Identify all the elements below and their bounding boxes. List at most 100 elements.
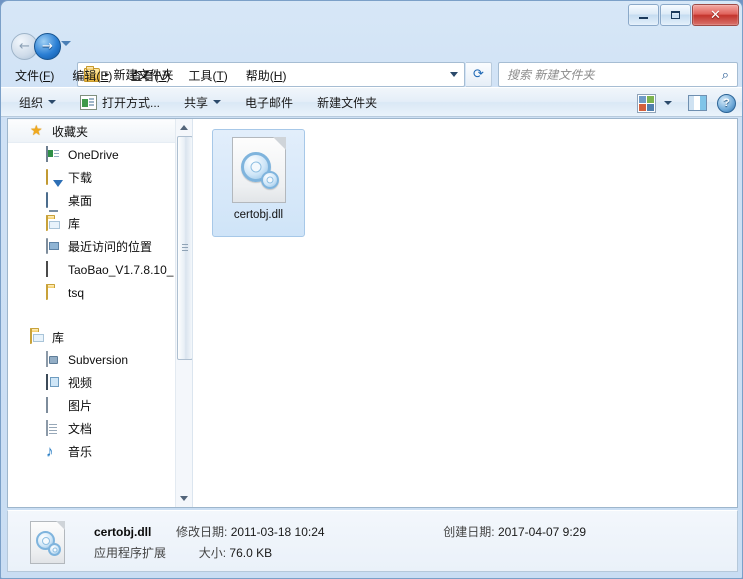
music-icon: ♪: [46, 442, 54, 460]
details-row-secondary: 应用程序扩展 大小: 76.0 KB: [94, 544, 272, 561]
scrollbar-thumb[interactable]: [177, 136, 193, 360]
sidebar-item-pictures[interactable]: 图片: [8, 394, 175, 417]
sidebar-item-label: 库: [68, 217, 81, 231]
details-size-value: 76.0 KB: [229, 546, 273, 560]
close-icon: ✕: [710, 7, 721, 23]
sidebar-group-favorites-label: 收藏夹: [52, 124, 89, 139]
open-with-label: 打开方式...: [102, 95, 161, 110]
sidebar-item-label: 桌面: [68, 194, 93, 208]
menu-item-tools[interactable]: 工具(T): [188, 67, 227, 84]
sidebar-item-downloads[interactable]: 下载: [8, 166, 175, 189]
maximize-button[interactable]: [660, 4, 691, 26]
downloads-icon: [46, 168, 62, 186]
details-file-type: 应用程序扩展: [94, 546, 167, 560]
details-created-label: 创建日期:: [443, 525, 495, 539]
sidebar-item-library-fav[interactable]: 库: [8, 212, 175, 235]
recent-pages-dropdown[interactable]: [61, 41, 71, 46]
organize-label: 组织: [19, 95, 44, 110]
email-button[interactable]: 电子邮件: [241, 91, 297, 114]
maximize-icon: [661, 5, 690, 25]
sidebar-item-label: 文档: [68, 422, 93, 436]
sidebar-item-tsq[interactable]: tsq: [8, 281, 175, 304]
navigation-bar: ← → ▸ 新建文件夹 ⟳ 搜索 新建文件夹 ⌕: [1, 29, 742, 87]
sidebar-item-label: Subversion: [68, 352, 129, 367]
sidebar-item-label: OneDrive: [68, 147, 119, 162]
scroll-up-button[interactable]: [176, 119, 192, 136]
view-dropdown-icon[interactable]: [664, 101, 672, 105]
window-controls: ✕: [627, 4, 739, 26]
details-modified-value: 2011-03-18 10:24: [230, 525, 325, 539]
minimize-icon: [629, 5, 658, 25]
taobao-icon: [46, 260, 62, 278]
file-list-pane[interactable]: certobj.dll: [192, 119, 737, 507]
sidebar-scrollbar[interactable]: [175, 119, 193, 507]
details-row-primary: certobj.dll 修改日期: 2011-03-18 10:24 创建日期:…: [94, 523, 586, 540]
new-folder-button[interactable]: 新建文件夹: [313, 91, 381, 114]
content-area: ★ 收藏夹 OneDrive 下载 桌面 库 最近访问的位置 TaoBao_V1…: [7, 118, 738, 508]
toolbar-right-group: ?: [637, 88, 736, 118]
sidebar-item-taobao[interactable]: TaoBao_V1.7.8.10_: [8, 258, 175, 281]
sidebar-item-label: 最近访问的位置: [68, 240, 153, 254]
share-button[interactable]: 共享: [180, 91, 225, 114]
view-options-icon[interactable]: [637, 93, 656, 113]
scroll-down-button[interactable]: [176, 490, 192, 507]
email-label: 电子邮件: [245, 95, 294, 110]
sidebar-item-label: 视频: [68, 376, 93, 390]
organize-button[interactable]: 组织: [15, 91, 60, 114]
sidebar-group-library[interactable]: 库: [8, 326, 175, 348]
sidebar-item-label: 下载: [68, 171, 93, 185]
subversion-icon: [46, 350, 62, 368]
library-folder-icon: [46, 214, 62, 232]
desktop-icon: [46, 191, 62, 209]
star-icon: ★: [30, 122, 43, 138]
details-pane: certobj.dll 修改日期: 2011-03-18 10:24 创建日期:…: [7, 510, 738, 572]
sidebar-item-desktop[interactable]: 桌面: [8, 189, 175, 212]
sidebar-item-videos[interactable]: 视频: [8, 371, 175, 394]
sidebar-item-music[interactable]: ♪ 音乐: [8, 440, 175, 463]
details-created-value: 2017-04-07 9:29: [497, 525, 587, 539]
sidebar-item-onedrive[interactable]: OneDrive: [8, 143, 175, 166]
details-file-name: certobj.dll: [94, 525, 152, 539]
sidebar-group-favorites[interactable]: ★ 收藏夹: [8, 119, 175, 143]
library-folder-icon: [30, 328, 46, 345]
sidebar-group-library-label: 库: [52, 330, 65, 345]
menu-bar: 文件(F) 编辑(E) 查看(V) 工具(T) 帮助(H): [1, 63, 742, 87]
explorer-window: ✕ ← → ▸ 新建文件夹 ⟳ 搜索 新建文件夹 ⌕ 文件(F) 编辑(E) 查…: [0, 0, 743, 579]
share-label: 共享: [184, 95, 209, 110]
file-item-certobj-dll[interactable]: certobj.dll: [212, 129, 305, 237]
sidebar-item-label: tsq: [68, 285, 85, 300]
sidebar-item-recent-places[interactable]: 最近访问的位置: [8, 235, 175, 258]
open-with-button[interactable]: 打开方式...: [76, 91, 164, 114]
sidebar-item-label: TaoBao_V1.7.8.10_: [68, 262, 174, 277]
preview-pane-icon[interactable]: [688, 95, 707, 111]
video-icon: [46, 373, 62, 391]
minimize-button[interactable]: [628, 4, 659, 26]
sidebar-item-subversion[interactable]: Subversion: [8, 348, 175, 371]
menu-item-file[interactable]: 文件(F): [15, 67, 54, 84]
folder-icon: [46, 283, 62, 301]
help-icon[interactable]: ?: [717, 93, 736, 113]
menu-item-view[interactable]: 查看(V): [130, 67, 170, 84]
new-folder-label: 新建文件夹: [317, 95, 378, 110]
open-with-icon: [80, 94, 98, 110]
file-name-label: certobj.dll: [233, 209, 284, 221]
details-modified-label: 修改日期:: [176, 525, 228, 539]
menu-item-edit[interactable]: 编辑(E): [72, 67, 112, 84]
chevron-down-icon: [213, 100, 222, 104]
recent-places-icon: [46, 237, 62, 255]
dll-file-icon: [231, 137, 286, 203]
forward-arrow-icon: →: [42, 39, 53, 54]
menu-item-help[interactable]: 帮助(H): [246, 67, 287, 84]
title-bar: ✕: [1, 1, 742, 29]
close-button[interactable]: ✕: [692, 4, 739, 26]
sidebar-item-label: 音乐: [68, 445, 93, 459]
sidebar-item-documents[interactable]: 文档: [8, 417, 175, 440]
dll-file-icon: [30, 521, 65, 564]
documents-icon: [46, 419, 62, 437]
chevron-down-icon: [48, 100, 57, 104]
sidebar-item-label: 图片: [68, 399, 93, 413]
navigation-pane: ★ 收藏夹 OneDrive 下载 桌面 库 最近访问的位置 TaoBao_V1…: [8, 119, 175, 507]
details-size-label: 大小:: [198, 546, 227, 560]
toolbar: 组织 打开方式... 共享 电子邮件 新建文件夹 ?: [1, 87, 742, 118]
forward-button[interactable]: →: [34, 33, 61, 60]
